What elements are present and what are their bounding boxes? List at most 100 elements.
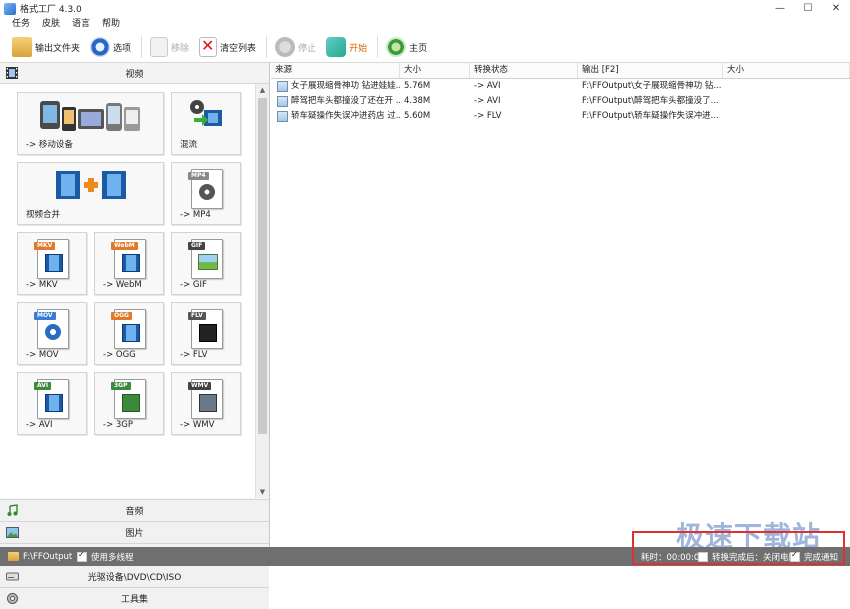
toolbar-divider	[377, 36, 379, 58]
tile-mp4[interactable]: MP4 -> MP4	[171, 162, 241, 225]
remove-icon	[150, 37, 169, 57]
category-image[interactable]: 图片	[0, 521, 269, 543]
tile-label: -> AVI	[26, 420, 53, 430]
row-status: -> AVI	[474, 81, 501, 91]
home-button[interactable]: 主页	[382, 34, 431, 60]
3gp-file-icon: 3GP	[111, 379, 146, 419]
column-status[interactable]: 转换状态	[470, 63, 578, 78]
output-path[interactable]: F:\FFOutput	[8, 547, 72, 566]
home-icon	[386, 37, 407, 57]
format-grid-scrollbar[interactable]: ▲ ▼	[255, 84, 269, 498]
options-icon	[90, 37, 111, 57]
tile-label: -> WMV	[180, 420, 215, 430]
tile-label: -> MP4	[180, 210, 211, 220]
tile-ogg[interactable]: OGG -> OGG	[94, 302, 164, 365]
music-note-icon	[7, 504, 18, 516]
folder-icon	[8, 552, 19, 561]
tile-mkv[interactable]: MKV -> MKV	[17, 232, 87, 295]
tile-label: 混流	[180, 140, 198, 150]
flv-file-icon: FLV	[188, 309, 223, 349]
column-output-size[interactable]: 大小	[723, 63, 850, 78]
options-button[interactable]: 选项	[86, 34, 135, 60]
close-button[interactable]: ✕	[822, 0, 850, 17]
folder-icon	[12, 37, 32, 57]
row-source: 女子展现缩骨神功 钻进娃娃...	[291, 81, 400, 91]
menu-language[interactable]: 语言	[66, 17, 96, 32]
toolbar: 输出文件夹 选项 移除 清空列表 停止 开始 主页	[0, 32, 850, 63]
tile-label: -> MKV	[26, 280, 58, 290]
webm-file-icon: WebM	[111, 239, 146, 279]
avi-file-icon: AVI	[34, 379, 69, 419]
row-status: -> FLV	[474, 111, 502, 121]
menu-skin[interactable]: 皮肤	[36, 17, 66, 32]
column-output[interactable]: 输出 [F2]	[578, 63, 723, 78]
toolbar-divider	[266, 36, 268, 58]
clear-list-button[interactable]: 清空列表	[195, 34, 260, 60]
category-optical-disc[interactable]: 光驱设备\DVD\CD\ISO	[0, 565, 269, 587]
tile-wmv[interactable]: WMV -> WMV	[171, 372, 241, 435]
tile-gif[interactable]: GIF -> GIF	[171, 232, 241, 295]
stop-button[interactable]: 停止	[271, 34, 320, 60]
row-output: F:\FFOutput\轿车疑操作失误冲进...	[582, 111, 719, 121]
table-row[interactable]: 轿车疑操作失误冲进药店 过... 5.60M -> FLV F:\FFOutpu…	[271, 109, 850, 124]
menu-bar: 任务 皮肤 语言 帮助	[0, 17, 850, 32]
tile-mov[interactable]: MOV -> MOV	[17, 302, 87, 365]
table-row[interactable]: 醉驾把车头都撞没了还在开 ... 4.38M -> AVI F:\FFOutpu…	[271, 94, 850, 109]
output-folder-button[interactable]: 输出文件夹	[8, 34, 84, 60]
tile-label: -> FLV	[180, 350, 208, 360]
remove-button[interactable]: 移除	[146, 34, 193, 60]
tile-mux[interactable]: 混流	[171, 92, 241, 155]
app-icon	[4, 2, 16, 15]
category-audio[interactable]: 音频	[0, 499, 269, 521]
scrollbar-thumb[interactable]	[258, 98, 267, 434]
row-output: F:\FFOutput\醉驾把车头都撞没了...	[582, 96, 719, 106]
tile-label: -> WebM	[103, 280, 142, 290]
scroll-down-icon[interactable]: ▼	[256, 486, 269, 498]
video-file-icon	[277, 111, 288, 122]
task-list: 来源 大小 转换状态 输出 [F2] 大小 女子展现缩骨神功 钻进娃娃... 5…	[271, 63, 850, 547]
row-output: F:\FFOutput\女子展现缩骨神功 钻...	[582, 81, 722, 91]
mov-file-icon: MOV	[34, 309, 69, 349]
mux-icon	[190, 100, 222, 126]
picture-icon	[6, 527, 19, 538]
table-row[interactable]: 女子展现缩骨神功 钻进娃娃... 5.76M -> AVI F:\FFOutpu…	[271, 79, 850, 94]
window-title: 格式工厂 4.3.0	[20, 5, 82, 15]
tile-3gp[interactable]: 3GP -> 3GP	[94, 372, 164, 435]
disc-drive-icon	[6, 572, 19, 581]
ogg-file-icon: OGG	[111, 309, 146, 349]
row-size: 5.60M	[404, 111, 431, 121]
scroll-up-icon[interactable]: ▲	[256, 84, 269, 96]
tile-video-merge[interactable]: 视频合并	[17, 162, 164, 225]
maximize-button[interactable]: ☐	[794, 0, 822, 17]
minimize-button[interactable]: —	[766, 0, 794, 17]
category-tools[interactable]: 工具集	[0, 587, 269, 609]
start-button[interactable]: 开始	[322, 34, 371, 60]
row-source: 醉驾把车头都撞没了还在开 ...	[291, 96, 400, 106]
title-bar: 格式工厂 4.3.0 — ☐ ✕	[0, 0, 850, 17]
row-status: -> AVI	[474, 96, 501, 106]
tile-label: -> MOV	[26, 350, 59, 360]
clear-list-icon	[199, 36, 218, 57]
tile-webm[interactable]: WebM -> WebM	[94, 232, 164, 295]
wmv-file-icon: WMV	[188, 379, 223, 419]
column-source[interactable]: 来源	[271, 63, 400, 78]
toolbox-icon	[7, 593, 18, 604]
row-size: 4.38M	[404, 96, 431, 106]
video-category-header[interactable]: 视频	[0, 63, 269, 84]
video-merge-icon	[56, 171, 126, 199]
tile-label: 视频合并	[26, 210, 61, 220]
start-icon	[326, 37, 347, 57]
stop-icon	[275, 37, 296, 57]
video-icon	[6, 67, 18, 79]
menu-task[interactable]: 任务	[6, 17, 36, 32]
tile-mobile-device[interactable]: -> 移动设备	[17, 92, 164, 155]
tile-flv[interactable]: FLV -> FLV	[171, 302, 241, 365]
tile-label: -> OGG	[103, 350, 136, 360]
menu-help[interactable]: 帮助	[96, 17, 126, 32]
highlight-box	[632, 531, 845, 565]
mp4-file-icon: MP4	[188, 169, 223, 209]
task-list-header: 来源 大小 转换状态 输出 [F2] 大小	[271, 63, 850, 79]
tile-avi[interactable]: AVI -> AVI	[17, 372, 87, 435]
multithread-checkbox[interactable]: 使用多线程	[77, 547, 134, 566]
column-size[interactable]: 大小	[400, 63, 470, 78]
